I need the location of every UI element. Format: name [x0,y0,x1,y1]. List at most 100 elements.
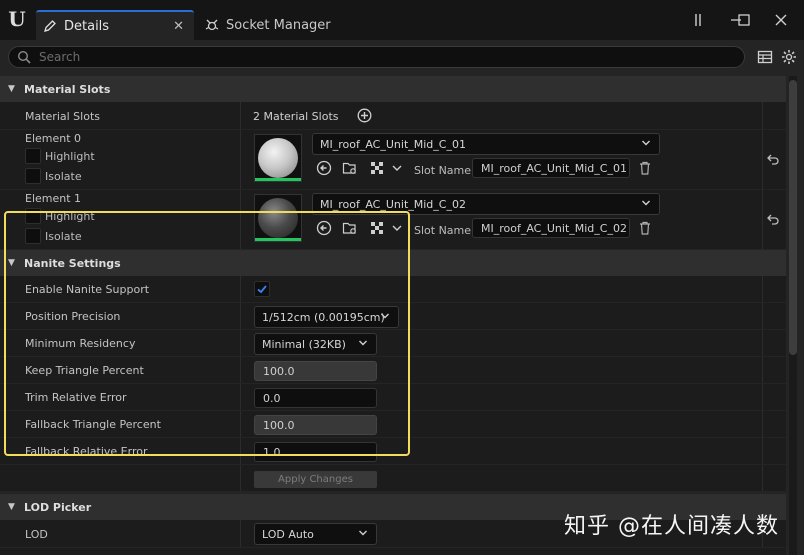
fallback-triangle-row: Fallback Triangle Percent 100.0 [0,411,786,438]
enable-nanite-checkbox[interactable] [254,281,270,297]
position-precision-dropdown[interactable]: 1/512cm (0.00195cm) [254,306,399,328]
keep-triangle-row: Keep Triangle Percent 100.0 [0,357,786,384]
slot-name-field[interactable]: MI_roof_AC_Unit_Mid_C_01 [472,158,630,178]
reset-column [762,190,763,249]
isolate-label: Isolate [45,230,82,243]
collapse-arrow-icon: ▼ [8,502,15,512]
maximize-button[interactable] [728,10,750,30]
lod-label: LOD [25,528,48,541]
fallback-triangle-label: Fallback Triangle Percent [25,418,161,431]
material-slots-label: Material Slots [25,110,100,123]
column-divider [240,130,241,189]
slot-name-label: Slot Name [414,164,472,177]
keep-triangle-label: Keep Triangle Percent [25,364,144,377]
enable-nanite-label: Enable Nanite Support [25,283,150,296]
category-nanite-settings[interactable]: ▼ Nanite Settings [0,250,786,276]
trim-error-value: 0.0 [263,391,281,405]
minimum-residency-label: Minimum Residency [25,337,136,350]
material-name: MI_roof_AC_Unit_Mid_C_01 [320,137,466,151]
search-input[interactable]: Search [8,46,745,68]
chevron-down-icon [359,530,367,536]
tab-details[interactable]: Details ✕ [36,10,194,40]
checker-texture-icon[interactable] [369,220,385,236]
apply-changes-button[interactable]: Apply Changes [254,471,377,488]
isolate-checkbox[interactable] [25,168,41,184]
socket-icon [204,17,220,33]
tab-details-label: Details [64,18,110,34]
category-title: LOD Picker [24,500,92,514]
trash-icon[interactable] [637,220,653,236]
column-divider [240,102,241,129]
minimum-residency-row: Minimum Residency Minimal (32KB) [0,330,786,357]
material-thumbnail[interactable] [254,194,302,242]
highlight-checkbox[interactable] [25,208,41,224]
position-precision-label: Position Precision [25,310,121,323]
apply-changes-row: Apply Changes [0,465,786,492]
search-icon [17,50,31,64]
column-divider [240,520,241,547]
reset-to-default-icon[interactable] [766,213,780,225]
tab-socket-manager[interactable]: Socket Manager [198,10,338,40]
add-slot-icon[interactable] [357,108,372,123]
reset-column [762,303,763,329]
fallback-error-field[interactable]: 1.0 [254,442,377,462]
reset-column [762,130,763,189]
use-selected-icon[interactable] [316,220,332,236]
trash-icon[interactable] [637,160,653,176]
table-view-icon[interactable] [757,49,773,65]
search-placeholder: Search [39,50,81,64]
reset-to-default-icon[interactable] [766,153,780,165]
highlight-checkbox[interactable] [25,148,41,164]
watermark-text: 知乎 @在人间凑人数 [564,514,779,539]
slot-name-label: Slot Name [414,224,472,237]
collapse-arrow-icon: ▼ [8,84,15,94]
slot-name-value: MI_roof_AC_Unit_Mid_C_02 [481,221,627,235]
close-window-icon[interactable] [771,10,791,30]
browse-folder-icon[interactable] [342,220,358,236]
reset-column [762,438,763,464]
element-label: Element 1 [25,192,82,205]
fallback-triangle-field[interactable]: 100.0 [254,415,377,435]
lod-dropdown[interactable]: LOD Auto [254,523,377,545]
chevron-down-icon [359,340,367,346]
browse-folder-icon[interactable] [342,160,358,176]
close-tab-icon[interactable]: ✕ [173,19,184,34]
scrollbar-thumb[interactable] [789,80,797,355]
settings-gear-icon[interactable] [781,49,797,65]
chevron-down-icon[interactable] [389,160,405,176]
column-divider [240,276,241,302]
position-precision-value: 1/512cm (0.00195cm) [262,310,385,324]
material-element-1: Element 1 Highlight Isolate MI_roof_AC_U… [0,190,786,250]
chevron-down-icon [381,313,389,319]
chevron-down-icon [642,140,650,146]
trim-error-field[interactable]: 0.0 [254,388,377,408]
fallback-triangle-value: 100.0 [263,418,295,432]
minimum-residency-dropdown[interactable]: Minimal (32KB) [254,333,377,355]
keep-triangle-field[interactable]: 100.0 [254,361,377,381]
material-thumbnail[interactable] [254,134,302,182]
options-icon[interactable] [688,10,708,30]
column-divider [240,303,241,329]
material-slot-count: 2 Material Slots [253,110,339,123]
category-material-slots[interactable]: ▼ Material Slots [0,76,786,102]
trim-error-row: Trim Relative Error 0.0 [0,384,786,411]
enable-nanite-row: Enable Nanite Support [0,276,786,303]
title-bar: U Details ✕ Socket Manager [0,0,804,40]
material-preview-sphere [258,138,298,178]
checker-texture-icon[interactable] [369,160,385,176]
column-divider [240,465,241,491]
isolate-checkbox[interactable] [25,228,41,244]
highlight-label: Highlight [45,150,95,163]
material-selector[interactable]: MI_roof_AC_Unit_Mid_C_02 [312,193,660,215]
column-divider [240,438,241,464]
material-selector[interactable]: MI_roof_AC_Unit_Mid_C_01 [312,133,660,155]
slot-name-field[interactable]: MI_roof_AC_Unit_Mid_C_02 [472,218,630,238]
fallback-error-label: Fallback Relative Error [25,445,148,458]
category-title: Nanite Settings [24,256,121,270]
unreal-logo-icon[interactable]: U [5,7,29,31]
highlight-label: Highlight [45,210,95,223]
fallback-error-value: 1.0 [263,445,281,459]
next-row [0,548,786,555]
use-selected-icon[interactable] [316,160,332,176]
chevron-down-icon[interactable] [389,220,405,236]
